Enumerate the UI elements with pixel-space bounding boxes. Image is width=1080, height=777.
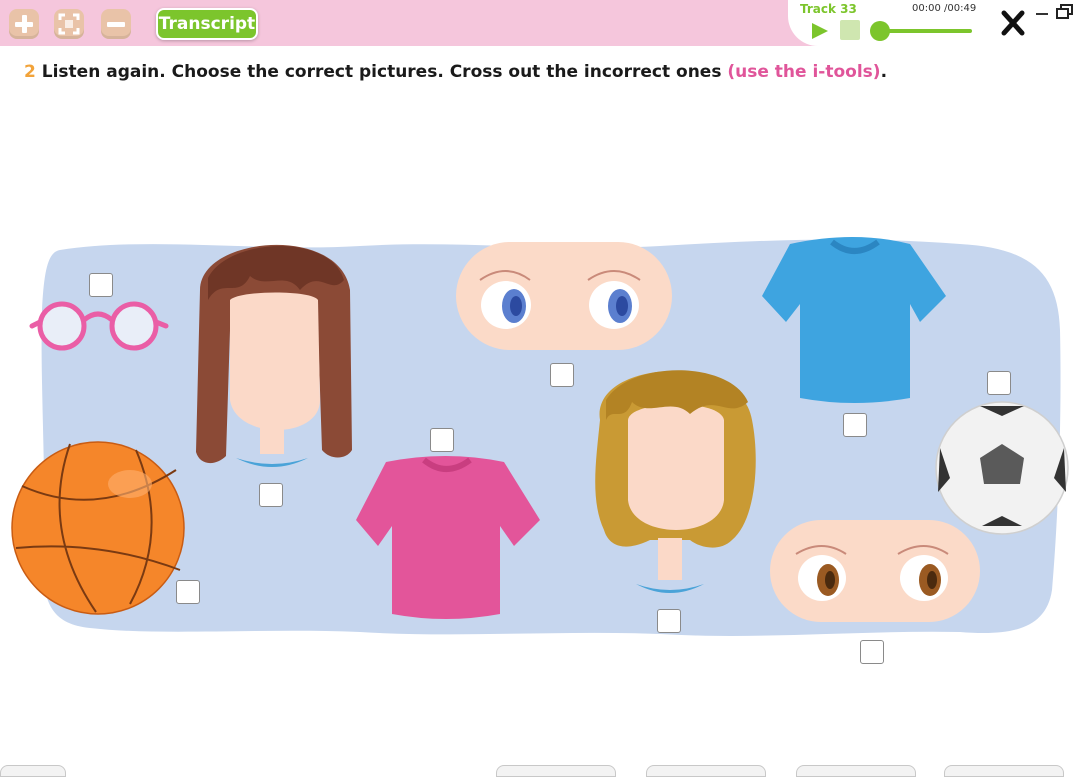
checkbox-blue-t-shirt[interactable]: [843, 413, 867, 437]
bottom-tab[interactable]: [944, 765, 1064, 777]
checkbox-long-brown-hair[interactable]: [259, 483, 283, 507]
football-picture: [935, 401, 1069, 535]
bottom-tab[interactable]: [796, 765, 916, 777]
basketball-picture: [11, 441, 185, 615]
checkbox-glasses[interactable]: [89, 273, 113, 297]
checkbox-blue-eyes[interactable]: [550, 363, 574, 387]
checkbox-brown-eyes[interactable]: [860, 640, 884, 664]
bottom-tab[interactable]: [0, 765, 66, 777]
checkbox-basketball[interactable]: [176, 580, 200, 604]
checkbox-football[interactable]: [987, 371, 1011, 395]
checkbox-curly-blond-hair[interactable]: [657, 609, 681, 633]
blue-eyes-picture: [456, 242, 672, 350]
bottom-tab[interactable]: [646, 765, 766, 777]
activity-illustration: [11, 237, 1069, 636]
checkbox-pink-t-shirt[interactable]: [430, 428, 454, 452]
long-brown-hair-picture: [196, 244, 352, 467]
brown-eyes-picture: [770, 520, 980, 622]
bottom-tab[interactable]: [496, 765, 616, 777]
